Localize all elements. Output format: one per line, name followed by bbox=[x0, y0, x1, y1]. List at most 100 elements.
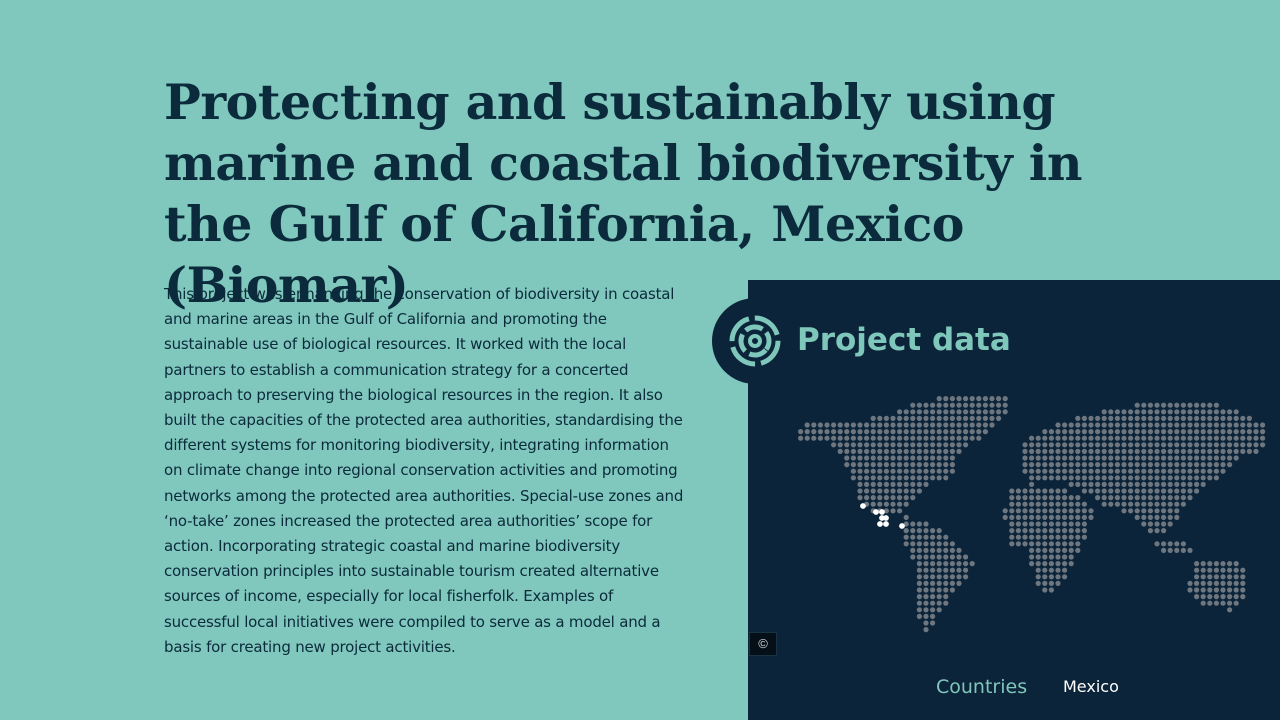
map-dot bbox=[804, 422, 810, 428]
map-dot bbox=[1035, 442, 1041, 448]
map-dot bbox=[1187, 462, 1193, 468]
map-dot bbox=[930, 613, 936, 619]
map-dot bbox=[1081, 435, 1087, 441]
map-dot bbox=[1068, 468, 1074, 474]
map-dot bbox=[1042, 501, 1048, 507]
map-dot bbox=[1141, 508, 1147, 514]
map-dot bbox=[949, 455, 955, 461]
map-dot bbox=[916, 481, 922, 487]
map-dot bbox=[910, 415, 916, 421]
map-dot bbox=[976, 402, 982, 408]
map-dot bbox=[903, 528, 909, 534]
map-dot bbox=[916, 567, 922, 573]
map-dot bbox=[1062, 528, 1068, 534]
map-dot bbox=[1154, 448, 1160, 454]
map-dot bbox=[1035, 561, 1041, 567]
map-dot bbox=[1194, 567, 1200, 573]
map-dot bbox=[1161, 468, 1167, 474]
map-dot bbox=[1048, 554, 1054, 560]
map-dot bbox=[916, 594, 922, 600]
map-dot bbox=[916, 468, 922, 474]
map-dot bbox=[1194, 448, 1200, 454]
map-dot bbox=[857, 481, 863, 487]
map-dot bbox=[1147, 435, 1153, 441]
map-dot bbox=[883, 468, 889, 474]
map-dot bbox=[1029, 455, 1035, 461]
map-dot bbox=[923, 429, 929, 435]
map-dot bbox=[1134, 435, 1140, 441]
map-dot bbox=[982, 402, 988, 408]
map-dot bbox=[1035, 534, 1041, 540]
map-dot bbox=[897, 462, 903, 468]
map-dot bbox=[969, 402, 975, 408]
map-dot bbox=[916, 521, 922, 527]
map-dot bbox=[1128, 481, 1134, 487]
map-dot bbox=[1200, 402, 1206, 408]
map-dot bbox=[1108, 501, 1114, 507]
map-dot bbox=[1180, 455, 1186, 461]
map-dot bbox=[883, 415, 889, 421]
map-dot bbox=[969, 429, 975, 435]
map-dot bbox=[903, 481, 909, 487]
map-dot bbox=[916, 541, 922, 547]
map-dot bbox=[1062, 554, 1068, 560]
map-dot bbox=[956, 429, 962, 435]
map-dot bbox=[1233, 442, 1239, 448]
map-dot bbox=[930, 415, 936, 421]
map-dot bbox=[1180, 435, 1186, 441]
map-dot bbox=[837, 435, 843, 441]
map-dot bbox=[1081, 488, 1087, 494]
project-data-heading: Project data bbox=[797, 322, 1011, 358]
map-dot bbox=[910, 455, 916, 461]
map-dot bbox=[1233, 574, 1239, 580]
map-dot bbox=[923, 442, 929, 448]
map-dot bbox=[1022, 462, 1028, 468]
map-dot bbox=[1207, 594, 1213, 600]
map-dot bbox=[936, 462, 942, 468]
map-dot bbox=[1042, 587, 1048, 593]
map-dot bbox=[1246, 442, 1252, 448]
map-dot bbox=[1075, 521, 1081, 527]
map-dot bbox=[1048, 541, 1054, 547]
map-dot bbox=[1207, 455, 1213, 461]
map-dot bbox=[1227, 600, 1233, 606]
map-dot bbox=[857, 488, 863, 494]
map-dot bbox=[1075, 475, 1081, 481]
map-dot bbox=[956, 580, 962, 586]
map-dot bbox=[949, 402, 955, 408]
map-dot bbox=[1062, 442, 1068, 448]
map-dot bbox=[1128, 448, 1134, 454]
map-dot bbox=[1220, 462, 1226, 468]
map-dot bbox=[903, 462, 909, 468]
map-dot bbox=[969, 409, 975, 415]
map-dot bbox=[890, 415, 896, 421]
map-dot bbox=[916, 547, 922, 553]
map-dot bbox=[1009, 488, 1015, 494]
map-dot bbox=[890, 508, 896, 514]
copyright-button[interactable]: © bbox=[749, 632, 777, 656]
map-dot bbox=[1101, 475, 1107, 481]
map-dot bbox=[1042, 435, 1048, 441]
map-dot bbox=[1055, 574, 1061, 580]
map-dot bbox=[1220, 594, 1226, 600]
map-dot bbox=[963, 574, 969, 580]
map-dot bbox=[1187, 448, 1193, 454]
map-dot bbox=[1048, 561, 1054, 567]
map-dot bbox=[1194, 462, 1200, 468]
map-dot bbox=[870, 429, 876, 435]
map-dot bbox=[1088, 481, 1094, 487]
map-dot bbox=[1154, 455, 1160, 461]
map-dot bbox=[1029, 528, 1035, 534]
map-dot bbox=[1015, 495, 1021, 501]
map-dot bbox=[1141, 402, 1147, 408]
map-dot bbox=[956, 554, 962, 560]
map-dot bbox=[963, 554, 969, 560]
map-dot bbox=[1015, 488, 1021, 494]
map-dot bbox=[982, 422, 988, 428]
map-dot bbox=[1141, 415, 1147, 421]
map-dot bbox=[1128, 442, 1134, 448]
map-dot bbox=[1048, 501, 1054, 507]
map-dot bbox=[949, 574, 955, 580]
map-dot bbox=[1154, 488, 1160, 494]
map-dot bbox=[963, 402, 969, 408]
